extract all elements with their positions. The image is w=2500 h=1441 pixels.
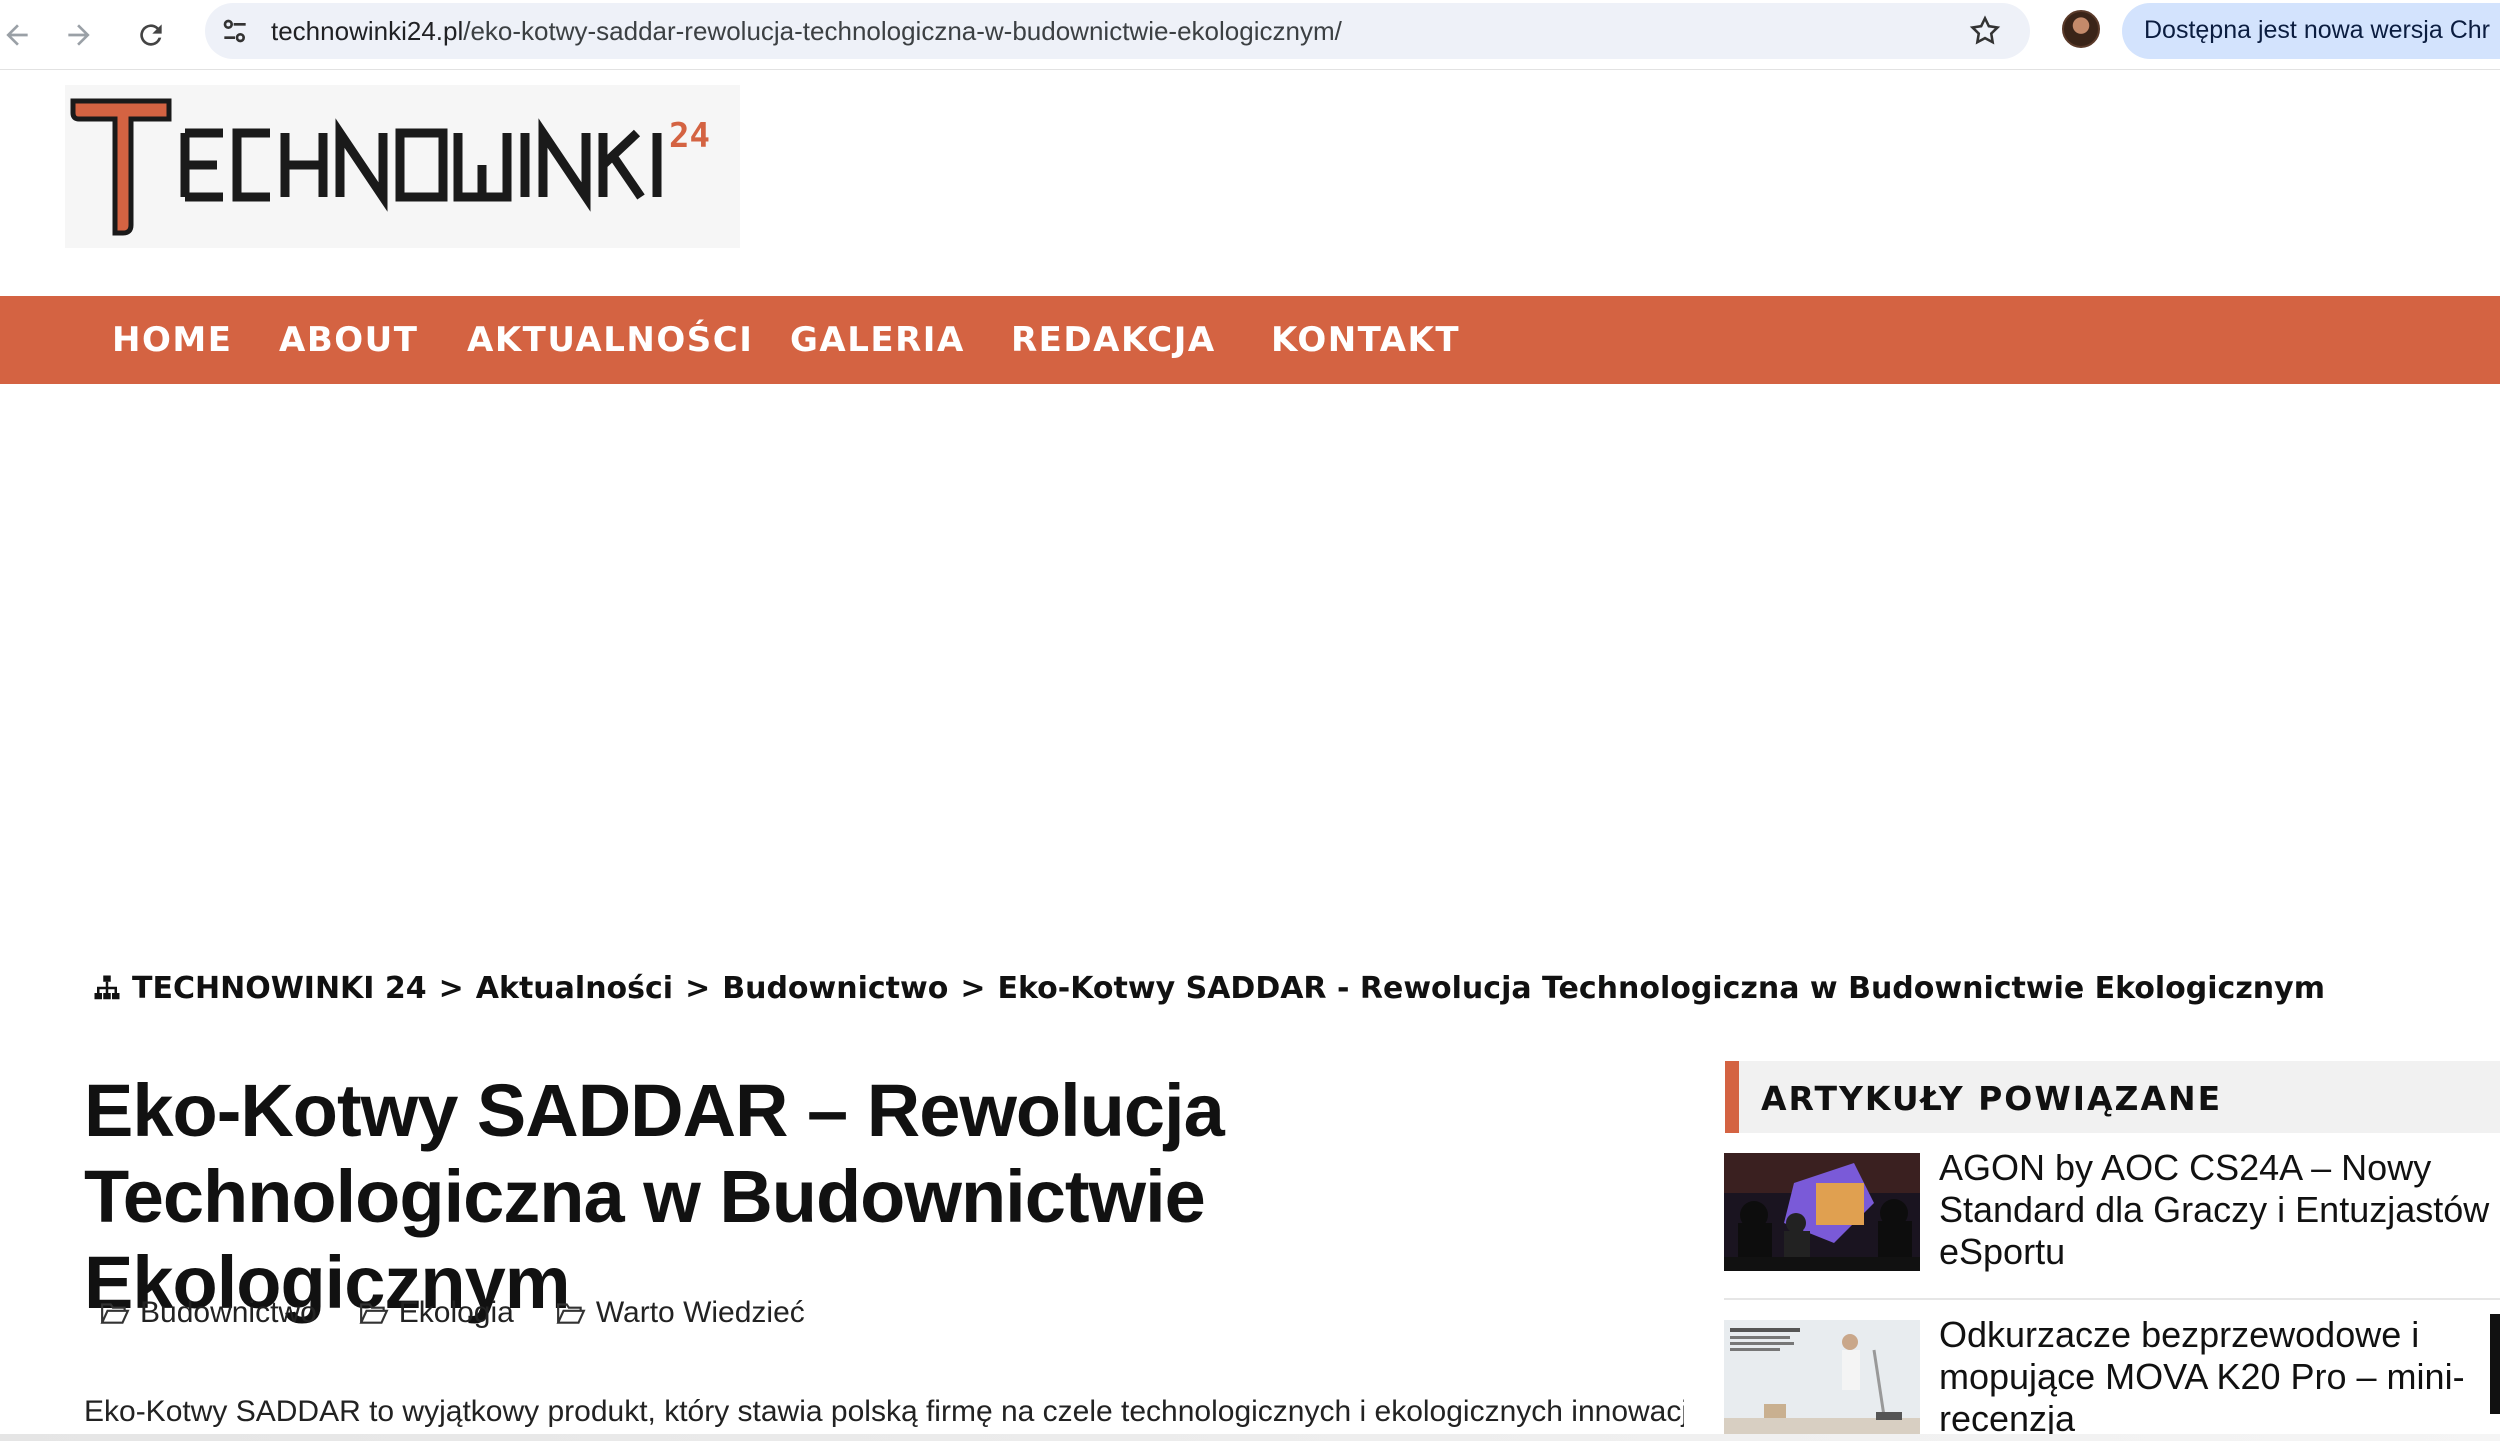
- bookmark-star-icon[interactable]: [1968, 14, 2002, 48]
- divider: [1724, 1298, 2500, 1300]
- reload-icon: [140, 24, 162, 46]
- related-title[interactable]: AGON by AOC CS24A – Nowy Standard dla Gr…: [1939, 1147, 2499, 1273]
- related-thumbnail[interactable]: [1724, 1153, 1920, 1271]
- nav-item-galeria[interactable]: GALERIA: [790, 296, 965, 384]
- related-thumbnail[interactable]: [1724, 1320, 1920, 1438]
- main-navigation: HOME ABOUT AKTUALNOŚCI GALERIA REDAKCJA …: [0, 296, 2500, 384]
- category-label: Ekologia: [398, 1296, 514, 1329]
- url-host: technowinki24.pl: [271, 16, 464, 46]
- breadcrumb-budownictwo[interactable]: Budownictwo: [722, 971, 948, 1006]
- url-path: /eko-kotwy-saddar-rewolucja-technologicz…: [463, 16, 1342, 46]
- breadcrumb: TECHNOWINKI 24 > Aktualności > Budownict…: [92, 968, 2325, 1008]
- reload-button[interactable]: [124, 8, 178, 62]
- folder-open-icon: [359, 1303, 389, 1324]
- related-heading-text: ARTYKUŁY POWIĄZANE: [1761, 1079, 2223, 1118]
- forward-button[interactable]: [52, 8, 106, 62]
- related-article-1[interactable]: AGON by AOC CS24A – Nowy Standard dla Gr…: [1724, 1147, 2500, 1303]
- related-articles-heading: ARTYKUŁY POWIĄZANE: [1725, 1061, 2500, 1133]
- breadcrumb-separator: >: [685, 970, 711, 1006]
- url-text: technowinki24.pl/eko-kotwy-saddar-rewolu…: [271, 16, 1342, 47]
- nav-item-home[interactable]: HOME: [112, 296, 232, 384]
- logo-superscript: 24: [669, 116, 710, 156]
- breadcrumb-separator: >: [960, 970, 986, 1006]
- related-article-2[interactable]: Odkurzacze bezprzewodowe i mopujące MOVA…: [1724, 1314, 2500, 1441]
- browser-update-button[interactable]: Dostępna jest nowa wersja Chr: [2122, 3, 2500, 59]
- category-ekologia[interactable]: Ekologia: [359, 1296, 514, 1330]
- nav-item-redakcja[interactable]: REDAKCJA: [1011, 296, 1216, 384]
- browser-toolbar: technowinki24.pl/eko-kotwy-saddar-rewolu…: [0, 0, 2500, 70]
- gaming-event-image-icon: [1724, 1153, 1920, 1271]
- page-bottom-edge: [0, 1434, 2500, 1441]
- category-budownictwo[interactable]: Budownictwo: [100, 1296, 317, 1330]
- nav-item-kontakt[interactable]: KONTAKT: [1271, 296, 1460, 384]
- vacuum-cleaner-image-icon: [1724, 1320, 1920, 1438]
- update-notice-text: Dostępna jest nowa wersja Chr: [2144, 16, 2490, 44]
- back-button[interactable]: [0, 8, 44, 62]
- breadcrumb-home[interactable]: TECHNOWINKI 24: [132, 971, 427, 1006]
- nav-item-aktualnosci[interactable]: AKTUALNOŚCI: [467, 296, 753, 384]
- article-intro: Eko-Kotwy SADDAR to wyjątkowy produkt, k…: [84, 1395, 1684, 1428]
- nav-item-about[interactable]: ABOUT: [279, 296, 418, 384]
- article-categories: Budownictwo Ekologia Warto Wiedzieć: [100, 1296, 805, 1330]
- address-bar[interactable]: technowinki24.pl/eko-kotwy-saddar-rewolu…: [205, 3, 2030, 59]
- folder-open-icon: [556, 1303, 586, 1324]
- technowinki-logo-icon: 24: [70, 98, 710, 236]
- article-title: Eko-Kotwy SADDAR – Rewolucja Technologic…: [84, 1069, 1225, 1324]
- site-logo[interactable]: 24: [65, 85, 740, 248]
- category-label: Budownictwo: [140, 1296, 317, 1329]
- sitemap-icon: [94, 975, 120, 1000]
- category-warto-wiedziec[interactable]: Warto Wiedzieć: [556, 1296, 805, 1330]
- folder-open-icon: [100, 1303, 130, 1324]
- arrow-right-icon: [68, 24, 90, 46]
- category-label: Warto Wiedzieć: [595, 1296, 805, 1329]
- profile-avatar[interactable]: [2062, 10, 2100, 48]
- arrow-left-icon: [6, 24, 28, 46]
- breadcrumb-current: Eko-Kotwy SADDAR - Rewolucja Technologic…: [997, 970, 2325, 1006]
- scrollbar-thumb[interactable]: [2490, 1314, 2500, 1414]
- related-title[interactable]: Odkurzacze bezprzewodowe i mopujące MOVA…: [1939, 1314, 2499, 1440]
- site-settings-icon[interactable]: [219, 15, 251, 47]
- breadcrumb-separator: >: [438, 970, 464, 1006]
- breadcrumb-aktualnosci[interactable]: Aktualności: [476, 971, 673, 1006]
